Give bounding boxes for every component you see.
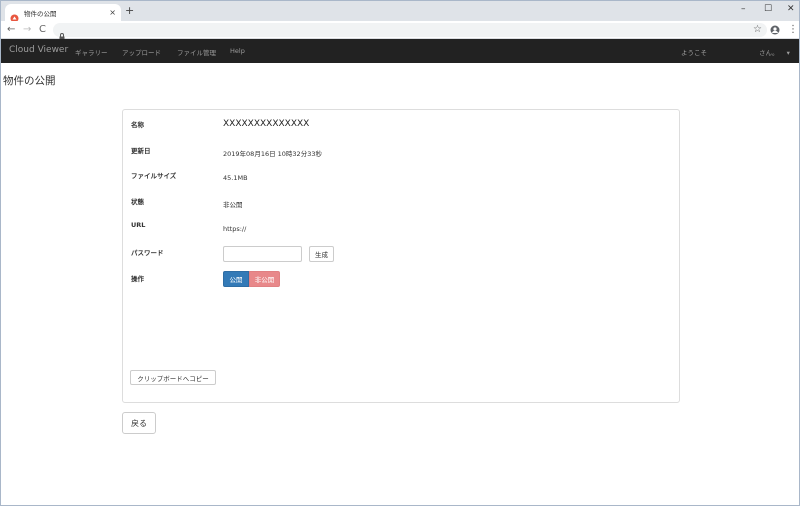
maximize-icon[interactable]: ☐ (764, 3, 772, 15)
generate-button[interactable]: 生成 (309, 246, 334, 262)
title-bar: 物件の公開 × + – ☐ ✕ (1, 1, 799, 23)
copy-to-clipboard-button[interactable]: クリップボードへコピー (130, 370, 216, 385)
url-label: URL (131, 221, 146, 229)
password-label: パスワード (131, 249, 164, 257)
unpublish-button[interactable]: 非公開 (249, 271, 280, 287)
nav-item-gallery[interactable]: ギャラリー (75, 47, 108, 57)
caret-down-icon: ▾ (786, 49, 790, 57)
status-value: 非公開 (223, 201, 243, 209)
browser-tab[interactable]: 物件の公開 × (5, 4, 121, 23)
url-omnibox[interactable] (53, 23, 767, 41)
nav-item-file-management[interactable]: ファイル管理 (177, 47, 216, 57)
updated-label: 更新日 (131, 147, 151, 155)
nav-item-help[interactable]: Help (230, 47, 245, 55)
back-button[interactable]: 戻る (122, 412, 156, 434)
browser-window: 物件の公開 × + – ☐ ✕ ← → C ☆ ⋮ Cloud Viewer ギ… (0, 0, 800, 506)
detail-panel: 名称 XXXXXXXXXXXXXX 更新日 2019年08月16日 10時32分… (122, 109, 680, 403)
reload-icon[interactable]: C (39, 23, 46, 37)
updated-value: 2019年08月16日 10時32分33秒 (223, 150, 322, 158)
forward-arrow-icon[interactable]: → (23, 23, 31, 37)
file-size-label: ファイルサイズ (131, 172, 177, 180)
lock-icon (59, 26, 65, 41)
browser-menu-icon[interactable]: ⋮ (788, 23, 798, 37)
bookmark-star-icon[interactable]: ☆ (753, 23, 762, 37)
brand-link[interactable]: Cloud Viewer (9, 45, 68, 55)
publish-button[interactable]: 公開 (223, 271, 249, 287)
page-title: 物件の公開 (3, 75, 56, 87)
new-tab-icon[interactable]: + (125, 5, 134, 17)
favicon-icon (10, 8, 19, 23)
window-close-icon[interactable]: ✕ (787, 3, 795, 15)
welcome-text: ようこそ (681, 49, 707, 57)
user-name: さん。 (759, 49, 779, 57)
minimize-icon[interactable]: – (741, 3, 746, 15)
back-arrow-icon[interactable]: ← (7, 23, 15, 37)
tab-title: 物件の公開 (24, 9, 57, 18)
nav-item-upload[interactable]: アップロード (122, 47, 161, 57)
name-label: 名称 (131, 121, 144, 129)
address-bar: ← → C ☆ ⋮ (1, 21, 799, 41)
name-value: XXXXXXXXXXXXXX (223, 119, 310, 129)
profile-icon[interactable] (770, 23, 780, 40)
operation-label: 操作 (131, 275, 144, 283)
file-size-value: 45.1MB (223, 174, 248, 182)
url-value[interactable]: https:// (223, 225, 246, 233)
top-navbar: Cloud Viewer ギャラリー アップロード ファイル管理 Help よう… (1, 39, 799, 63)
status-label: 状態 (131, 198, 144, 206)
user-menu[interactable]: さん。 ▾ (759, 47, 790, 57)
password-input[interactable] (223, 246, 302, 262)
tab-close-icon[interactable]: × (109, 8, 116, 17)
